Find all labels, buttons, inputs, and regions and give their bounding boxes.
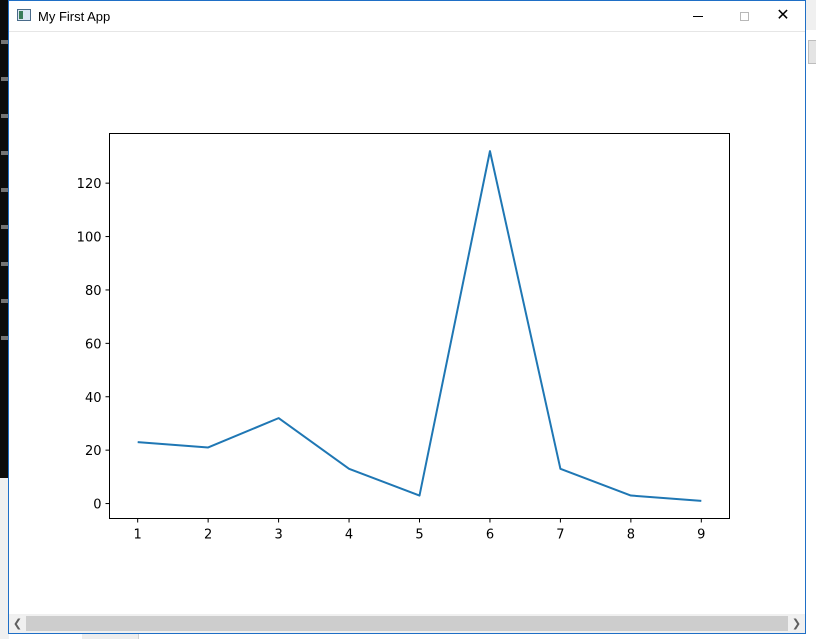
scroll-thumb[interactable]	[26, 616, 788, 631]
y-tick-label: 60	[85, 337, 102, 352]
horizontal-scrollbar[interactable]: ❮ ❯	[9, 614, 805, 633]
figure-canvas: 1 2 3 4 5 6 7 8 9 0 20 40 60 80 100 120	[9, 32, 805, 614]
x-axis: 1 2 3 4 5 6 7 8 9	[134, 518, 705, 543]
title-bar[interactable]: My First App ✕	[9, 1, 805, 32]
x-tick-label: 2	[204, 528, 212, 543]
background-editor	[806, 30, 816, 639]
background-console-text	[1, 40, 8, 360]
x-tick-label: 4	[345, 528, 353, 543]
chevron-left-icon: ❮	[12, 618, 23, 630]
app-window-icon	[17, 9, 31, 21]
maximize-icon	[739, 11, 749, 21]
minimize-button[interactable]	[675, 1, 721, 31]
background-editor-tab	[808, 40, 816, 64]
y-tick-label: 100	[77, 231, 102, 246]
line-chart: 1 2 3 4 5 6 7 8 9 0 20 40 60 80 100 120	[77, 133, 730, 543]
series-line	[137, 150, 702, 502]
plot-frame	[109, 133, 730, 519]
scroll-left-button[interactable]: ❮	[9, 614, 26, 633]
scroll-right-button[interactable]: ❯	[788, 614, 805, 633]
x-tick-label: 8	[627, 528, 635, 543]
x-tick-label: 6	[486, 528, 494, 543]
close-button[interactable]: ✕	[760, 1, 806, 31]
x-tick-label: 7	[556, 528, 564, 543]
chevron-right-icon: ❯	[791, 618, 802, 630]
y-tick-label: 40	[85, 391, 102, 406]
close-icon: ✕	[776, 7, 790, 24]
minimize-icon	[693, 15, 703, 17]
y-axis: 0 20 40 60 80 100 120	[77, 177, 110, 513]
y-tick-label: 0	[93, 498, 101, 513]
x-tick-label: 9	[697, 528, 705, 543]
y-tick-label: 20	[85, 444, 102, 459]
y-tick-label: 80	[85, 284, 102, 299]
window-title: My First App	[38, 9, 111, 24]
app-window: My First App ✕ 1 2 3 4 5 6 7 8 9 0 20 40 60 80 100 120…	[8, 0, 806, 634]
y-tick-label: 120	[77, 177, 102, 192]
x-tick-label: 5	[415, 528, 423, 543]
x-tick-label: 1	[134, 528, 142, 543]
x-tick-label: 3	[274, 528, 282, 543]
